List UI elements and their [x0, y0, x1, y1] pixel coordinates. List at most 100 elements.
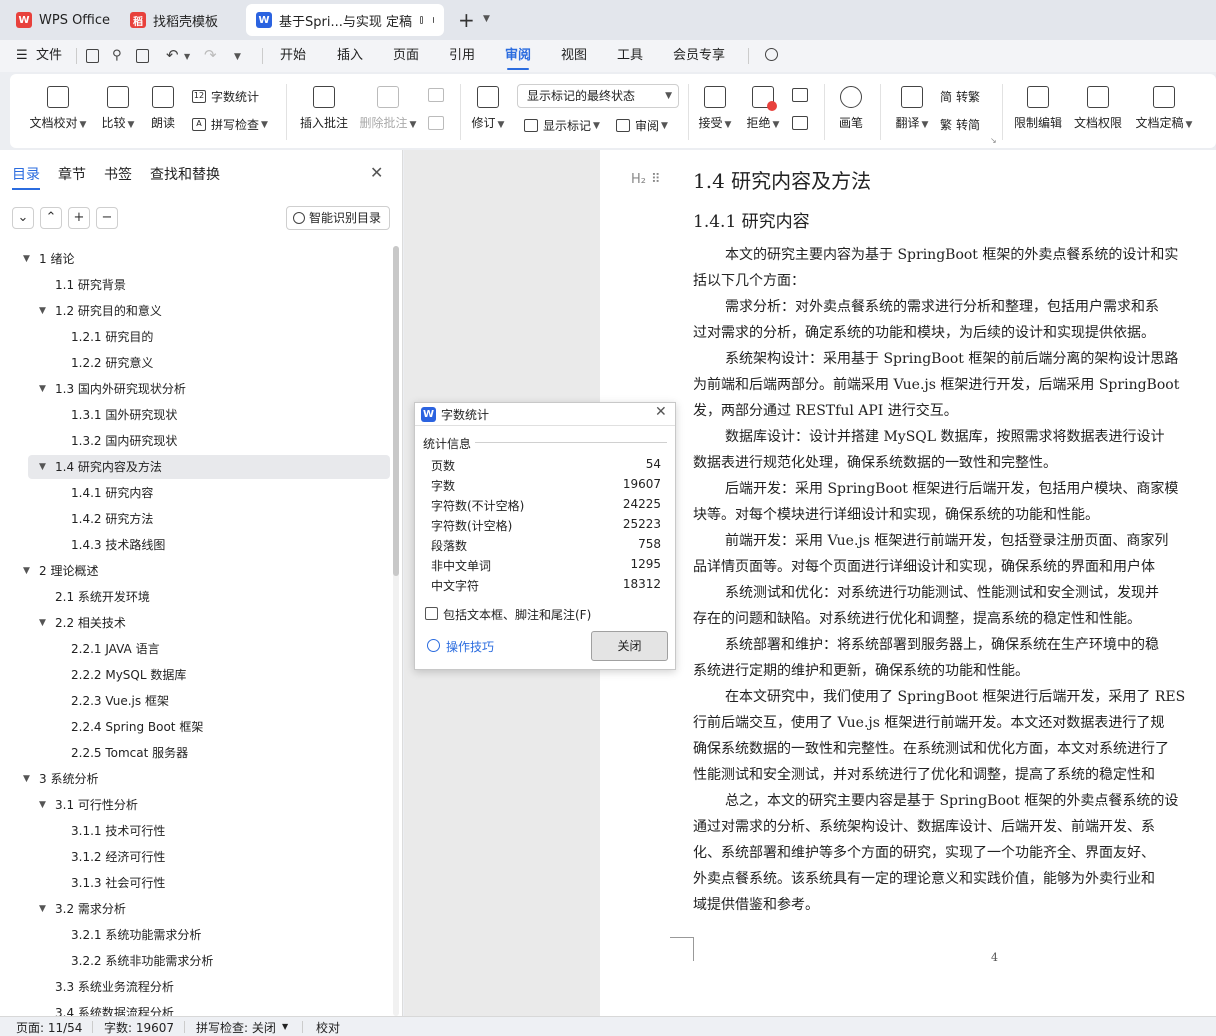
- menu-review[interactable]: 审阅: [505, 40, 531, 72]
- toc-item[interactable]: ▼ 1.4 研究内容及方法: [39, 454, 162, 480]
- undo-dropdown-icon[interactable]: ▼: [184, 52, 190, 61]
- toc-item[interactable]: 1.2.1 研究目的: [71, 324, 153, 350]
- toc-item[interactable]: 1.3.1 国外研究现状: [71, 402, 177, 428]
- revise-button[interactable]: 修订 ▼: [468, 86, 508, 131]
- quick-access-dropdown-icon[interactable]: ▼: [234, 52, 241, 62]
- toc-item[interactable]: ▼ 1 绪论: [23, 246, 74, 272]
- expand-arrow-icon[interactable]: ▼: [39, 610, 46, 636]
- toc-item[interactable]: 1.3.2 国内研究现状: [71, 428, 177, 454]
- menu-insert[interactable]: 插入: [337, 40, 363, 72]
- toc-item[interactable]: 1.4.3 技术路线图: [71, 532, 165, 558]
- delete-comment-button[interactable]: 删除批注 ▼: [358, 86, 418, 131]
- toc-item[interactable]: 2.2.5 Tomcat 服务器: [71, 740, 188, 766]
- status-proof[interactable]: 校对: [316, 1019, 340, 1036]
- toc-item[interactable]: 1.4.2 研究方法: [71, 506, 153, 532]
- toc-item[interactable]: 3.3 系统业务流程分析: [55, 974, 174, 1000]
- expand-arrow-icon[interactable]: ▼: [23, 558, 30, 584]
- toc-item[interactable]: 2.2.4 Spring Boot 框架: [71, 714, 203, 740]
- toc-item[interactable]: 3.1.2 经济可行性: [71, 844, 165, 870]
- accept-button[interactable]: 接受 ▼: [698, 86, 732, 131]
- toc-scrollbar-track[interactable]: [393, 246, 399, 1016]
- menu-references[interactable]: 引用: [449, 40, 475, 72]
- toc-item[interactable]: 1.4.1 研究内容: [71, 480, 153, 506]
- tips-link[interactable]: 操作技巧: [446, 638, 494, 655]
- toc-item[interactable]: 3.2.1 系统功能需求分析: [71, 922, 201, 948]
- expand-arrow-icon[interactable]: ▼: [23, 246, 30, 272]
- expand-down-button[interactable]: ⌄: [12, 207, 34, 229]
- expand-arrow-icon[interactable]: ▼: [39, 298, 46, 324]
- expand-arrow-icon[interactable]: ▼: [39, 376, 46, 402]
- expand-arrow-icon[interactable]: ▼: [39, 454, 46, 480]
- review-pane-button[interactable]: 审阅 ▼: [616, 117, 668, 134]
- menu-view[interactable]: 视图: [561, 40, 587, 72]
- dialog-close-button[interactable]: 关闭: [591, 631, 668, 661]
- menu-file[interactable]: 文件: [36, 40, 62, 72]
- to-simplified-button[interactable]: 繁 转简: [940, 116, 980, 133]
- next-comment-icon[interactable]: [428, 116, 444, 130]
- close-panel-icon[interactable]: ✕: [370, 163, 383, 182]
- pen-button[interactable]: 画笔: [836, 86, 866, 131]
- collapse-up-button[interactable]: ⌃: [40, 207, 62, 229]
- reject-button[interactable]: 拒绝 ▼: [746, 86, 780, 131]
- chevron-down-icon[interactable]: ▼: [483, 14, 490, 24]
- tab-current-document[interactable]: W 基于Spri...与实现 定稿: [246, 4, 444, 36]
- remove-heading-button[interactable]: −: [96, 207, 118, 229]
- toc-item[interactable]: 2.1 系统开发环境: [55, 584, 150, 610]
- status-page[interactable]: 页面: 11/54: [16, 1019, 82, 1036]
- toc-item[interactable]: 2.2.1 JAVA 语言: [71, 636, 160, 662]
- menu-member[interactable]: 会员专享: [673, 40, 725, 72]
- toc-item[interactable]: ▼ 2 理论概述: [23, 558, 98, 584]
- status-word-count[interactable]: 字数: 19607: [104, 1019, 174, 1036]
- to-traditional-button[interactable]: 简 转繁: [940, 88, 980, 105]
- link-icon[interactable]: ⚲: [112, 48, 122, 63]
- show-markup-button[interactable]: 显示标记 ▼: [524, 117, 600, 134]
- drag-handle-icon[interactable]: ⠿: [651, 172, 660, 187]
- tab-sections[interactable]: 章节: [58, 164, 86, 184]
- prev-comment-icon[interactable]: [428, 88, 444, 102]
- toc-item[interactable]: 1.1 研究背景: [55, 272, 126, 298]
- prev-change-icon[interactable]: [792, 88, 808, 102]
- redo-icon[interactable]: ↷: [204, 46, 217, 64]
- tab-find-replace[interactable]: 查找和替换: [150, 164, 220, 184]
- undo-icon[interactable]: ↶: [166, 46, 179, 64]
- toc-item[interactable]: ▼ 3.2 需求分析: [39, 896, 126, 922]
- hamburger-icon[interactable]: ☰: [16, 40, 28, 72]
- toc-item[interactable]: ▼ 3.1 可行性分析: [39, 792, 138, 818]
- word-count-button[interactable]: 12 字数统计: [192, 88, 259, 105]
- toc-item[interactable]: ▼ 2.2 相关技术: [39, 610, 126, 636]
- new-tab-button[interactable]: +: [458, 8, 475, 32]
- read-aloud-button[interactable]: 朗读: [148, 86, 178, 131]
- doc-proof-button[interactable]: 文档校对 ▼: [28, 86, 88, 131]
- chevron-down-icon[interactable]: ▼: [282, 1022, 288, 1031]
- expand-arrow-icon[interactable]: ▼: [39, 792, 46, 818]
- expand-arrow-icon[interactable]: ▼: [23, 766, 30, 792]
- toc-item[interactable]: ▼ 3 系统分析: [23, 766, 98, 792]
- include-textbox-checkbox[interactable]: [425, 607, 438, 620]
- markup-mode-select[interactable]: 显示标记的最终状态 ▼: [517, 84, 679, 108]
- menu-tools[interactable]: 工具: [617, 40, 643, 72]
- insert-comment-button[interactable]: 插入批注: [298, 86, 350, 131]
- toc-item[interactable]: ▼ 1.3 国内外研究现状分析: [39, 376, 186, 402]
- tab-wps-office[interactable]: W WPS Office: [6, 4, 114, 36]
- toc-item[interactable]: 3.1.3 社会可行性: [71, 870, 165, 896]
- doc-finalize-button[interactable]: 文档定稿 ▼: [1132, 86, 1196, 131]
- doc-permission-button[interactable]: 文档权限: [1072, 86, 1124, 131]
- dialog-close-icon[interactable]: ✕: [655, 404, 667, 420]
- menu-page[interactable]: 页面: [393, 40, 419, 72]
- toc-item[interactable]: 1.2.2 研究意义: [71, 350, 153, 376]
- expand-arrow-icon[interactable]: ▼: [39, 896, 46, 922]
- search-icon[interactable]: [765, 48, 778, 61]
- smart-toc-button[interactable]: 智能识别目录: [286, 206, 390, 230]
- print-preview-icon[interactable]: [136, 49, 149, 63]
- menu-home[interactable]: 开始: [280, 40, 306, 72]
- next-change-icon[interactable]: [792, 116, 808, 130]
- toc-item[interactable]: ▼ 1.2 研究目的和意义: [39, 298, 162, 324]
- tab-bookmarks[interactable]: 书签: [104, 164, 132, 184]
- compare-button[interactable]: 比较 ▼: [96, 86, 140, 131]
- toc-item[interactable]: 2.2.2 MySQL 数据库: [71, 662, 186, 688]
- add-heading-button[interactable]: +: [68, 207, 90, 229]
- tab-docer-templates[interactable]: 稻 找稻壳模板: [120, 4, 240, 36]
- spell-check-button[interactable]: A 拼写检查 ▼: [192, 116, 268, 133]
- save-icon[interactable]: [86, 49, 99, 63]
- toc-item[interactable]: 3.1.1 技术可行性: [71, 818, 165, 844]
